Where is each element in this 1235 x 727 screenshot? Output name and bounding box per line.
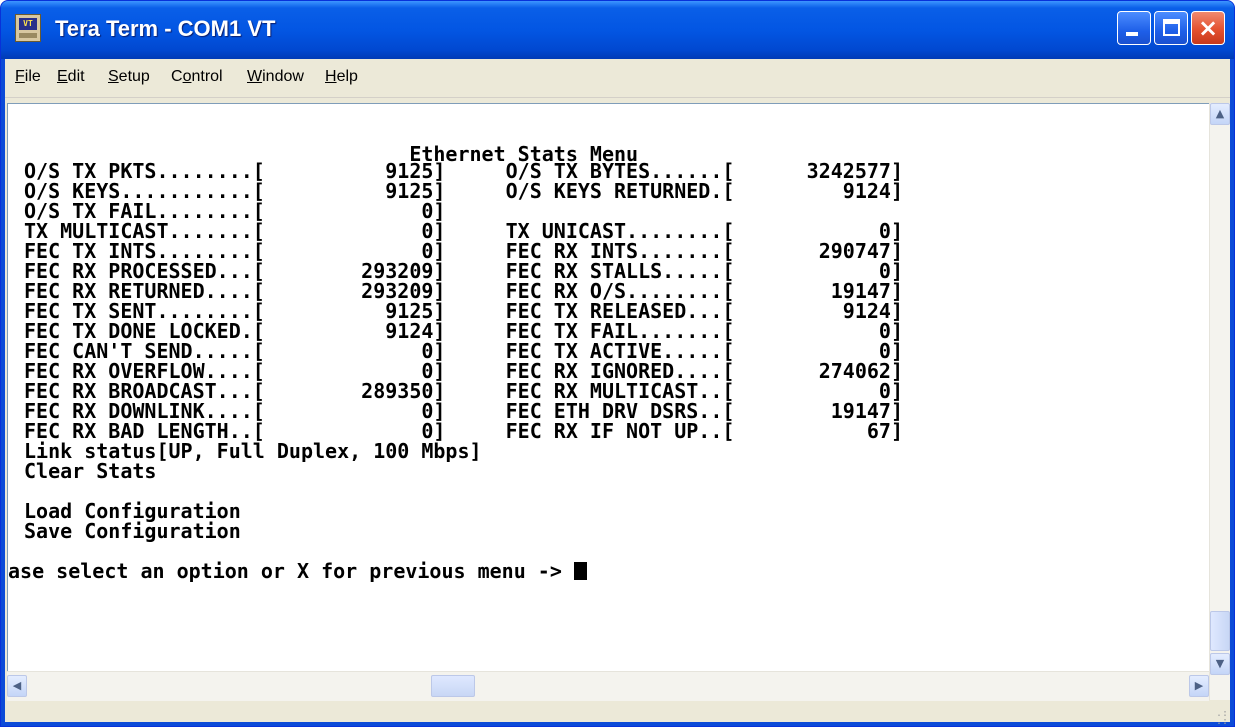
terminal-line: FEC RX BROADCAST...[ 289350] FEC RX MULT…: [24, 379, 903, 403]
terminal-prompt: ase select an option or X for previous m…: [8, 559, 574, 583]
scroll-left-button[interactable]: ◀: [7, 675, 27, 697]
app-icon-base: [19, 33, 37, 38]
horizontal-scrollbar[interactable]: ◀ ▶: [7, 671, 1209, 701]
terminal-line: FEC RX DOWNLINK....[ 0] FEC ETH DRV DSRS…: [24, 399, 903, 423]
terminal-line: FEC TX INTS........[ 0] FEC RX INTS.....…: [24, 239, 903, 263]
minimize-icon: [1126, 32, 1138, 36]
terminal-prompt-line: ase select an option or X for previous m…: [8, 561, 587, 581]
terminal-line: O/S TX FAIL........[ 0]: [24, 199, 446, 223]
horizontal-scroll-thumb[interactable]: [431, 675, 475, 697]
menu-setup[interactable]: Setup: [108, 68, 150, 86]
menu-help[interactable]: Help: [325, 68, 358, 86]
vertical-scrollbar[interactable]: ▲ ▼ .:.:: [1209, 103, 1230, 726]
close-icon: ×: [1197, 14, 1219, 42]
menu-window-accel: W: [247, 68, 263, 85]
scroll-down-button[interactable]: ▼: [1210, 653, 1230, 675]
maximize-button[interactable]: [1154, 11, 1188, 45]
text-cursor: [573, 562, 587, 580]
menu-option-load-configuration: Load Configuration: [24, 499, 241, 523]
menu-edit[interactable]: Edit: [57, 68, 85, 86]
terminal-line: FEC RX PROCESSED...[ 293209] FEC RX STAL…: [24, 259, 903, 283]
app-icon-screen: VT: [19, 18, 37, 30]
menu-window-label: indow: [262, 68, 304, 85]
menu-option-clear-stats: Clear Stats: [24, 459, 157, 483]
tera-term-app-icon[interactable]: VT: [15, 14, 41, 42]
window-title: Tera Term - COM1 VT: [55, 16, 276, 41]
title-bar[interactable]: VT Tera Term - COM1 VT ×: [1, 1, 1234, 59]
menu-control[interactable]: Control: [171, 68, 223, 86]
menu-edit-label: dit: [67, 68, 85, 85]
terminal-line: O/S TX PKTS........[ 9125] O/S TX BYTES.…: [24, 159, 903, 183]
terminal-line: FEC RX RETURNED....[ 293209] FEC RX O/S.…: [24, 279, 903, 303]
close-button[interactable]: ×: [1191, 11, 1225, 45]
menu-control-label-start: C: [171, 68, 183, 85]
menu-control-label-end: ntrol: [191, 68, 223, 85]
terminal-line-link-status: Link status[UP, Full Duplex, 100 Mbps]: [24, 439, 482, 463]
menu-setup-label: etup: [118, 68, 150, 85]
menu-window[interactable]: Window: [247, 68, 304, 86]
menu-setup-accel: S: [108, 68, 119, 85]
menu-bar: File Edit Setup Control Window Help: [5, 59, 1230, 98]
tera-term-window: VT Tera Term - COM1 VT × File Edit Setup…: [0, 0, 1235, 727]
terminal-screen[interactable]: Ethernet Stats Menu O/S TX PKTS........[…: [7, 103, 1210, 672]
terminal-line: FEC TX DONE LOCKED.[ 9124] FEC TX FAIL..…: [24, 319, 903, 343]
menu-help-accel: H: [325, 68, 337, 85]
terminal-line: FEC TX SENT........[ 9125] FEC TX RELEAS…: [24, 299, 903, 323]
menu-option-save-configuration: Save Configuration: [24, 519, 241, 543]
scroll-up-button[interactable]: ▲: [1210, 103, 1230, 125]
terminal-line: FEC RX BAD LENGTH..[ 0] FEC RX IF NOT UP…: [24, 419, 903, 443]
client-area: File Edit Setup Control Window Help Ethe…: [5, 59, 1230, 726]
maximize-icon: [1163, 19, 1180, 36]
terminal-line: FEC RX OVERFLOW....[ 0] FEC RX IGNORED..…: [24, 359, 903, 383]
terminal-line: FEC CAN'T SEND.....[ 0] FEC TX ACTIVE...…: [24, 339, 903, 363]
terminal-line: TX MULTICAST.......[ 0] TX UNICAST......…: [24, 219, 903, 243]
vertical-scroll-thumb[interactable]: [1210, 611, 1230, 651]
resize-grip-icon[interactable]: .:.:: [1212, 709, 1228, 727]
terminal-line: O/S KEYS...........[ 9125] O/S KEYS RETU…: [24, 179, 903, 203]
scroll-right-button[interactable]: ▶: [1189, 675, 1209, 697]
menu-file[interactable]: File: [15, 68, 41, 86]
menu-file-accel: F: [15, 68, 25, 85]
menu-file-label: ile: [24, 68, 41, 85]
menu-edit-accel: E: [57, 68, 68, 85]
minimize-button[interactable]: [1117, 11, 1151, 45]
menu-help-label: elp: [336, 68, 358, 85]
